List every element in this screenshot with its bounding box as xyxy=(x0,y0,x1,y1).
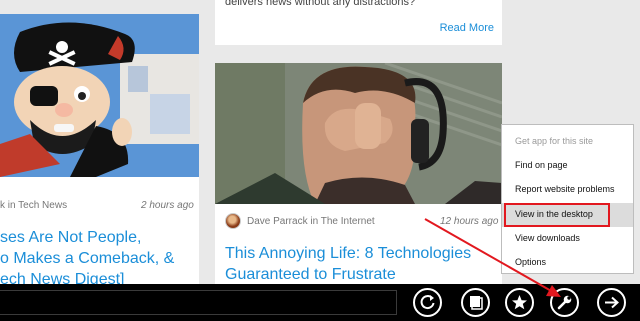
mid-card-headline-line-1[interactable]: This Annoying Life: 8 Technologies xyxy=(225,244,471,264)
page-tools-button[interactable] xyxy=(550,288,579,317)
menu-item-view-downloads[interactable]: View downloads xyxy=(515,233,580,243)
left-card-headline-line-1[interactable]: ses Are Not People, xyxy=(0,228,141,248)
menu-item-find-on-page[interactable]: Find on page xyxy=(515,160,568,170)
forward-arrow-icon xyxy=(605,296,619,309)
refresh-button[interactable] xyxy=(413,288,442,317)
left-card-source[interactable]: k in Tech News xyxy=(0,200,67,211)
menu-item-get-app: Get app for this site xyxy=(515,136,594,146)
address-bar[interactable] xyxy=(0,290,397,315)
forward-button[interactable] xyxy=(597,288,626,317)
favorites-star-icon xyxy=(512,295,527,310)
page-tools-wrench-icon xyxy=(557,295,572,310)
tabs-button[interactable] xyxy=(461,288,490,317)
left-card-headline-line-2[interactable]: o Makes a Comeback, & xyxy=(0,249,174,269)
mid-card-headline-line-2[interactable]: Guaranteed to Frustrate xyxy=(225,265,396,284)
read-more-link[interactable]: Read More xyxy=(440,22,494,34)
page-tools-menu: Get app for this site Find on page Repor… xyxy=(501,124,634,274)
article-card-left[interactable]: k in Tech News 2 hours ago ses Are Not P… xyxy=(0,14,199,284)
menu-item-report-problems[interactable]: Report website problems xyxy=(515,184,615,194)
article-time: 12 hours ago xyxy=(440,216,499,227)
author-line: Dave Parrack in The Internet xyxy=(247,216,375,227)
left-card-headline-line-3[interactable]: ech News Digest] xyxy=(0,270,125,284)
author-avatar[interactable] xyxy=(225,213,241,229)
browser-app-bar xyxy=(0,284,640,321)
menu-item-options[interactable]: Options xyxy=(515,257,546,267)
tabs-icon xyxy=(470,296,483,310)
author-name[interactable]: Dave Parrack xyxy=(247,216,308,227)
article-image-pirate-plush[interactable] xyxy=(0,14,199,177)
article-excerpt: delivers news without any distractions? xyxy=(225,0,416,8)
article-card-top: delivers news without any distractions? … xyxy=(215,0,502,45)
article-card-middle[interactable]: Dave Parrack in The Internet 12 hours ag… xyxy=(215,63,502,284)
category-link[interactable]: The Internet xyxy=(321,216,375,227)
article-image-frustrated-man[interactable] xyxy=(215,63,502,204)
author-in-word: in xyxy=(310,216,319,227)
favorites-button[interactable] xyxy=(505,288,534,317)
annotation-highlight-box xyxy=(504,203,610,227)
refresh-icon xyxy=(420,295,435,310)
left-card-time: 2 hours ago xyxy=(141,200,194,211)
